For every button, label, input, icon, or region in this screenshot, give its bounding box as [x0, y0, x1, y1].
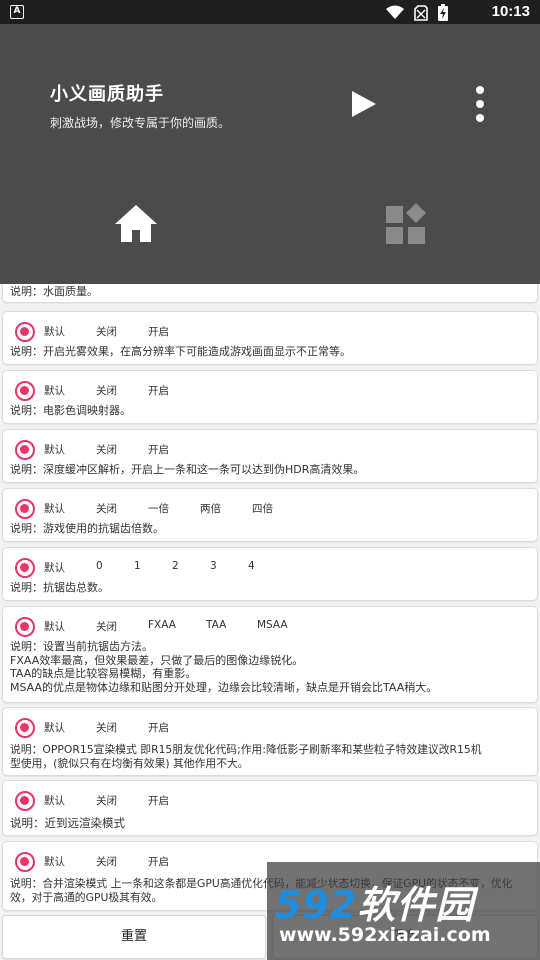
radio-selected-icon[interactable]	[15, 381, 35, 401]
option-off[interactable]: 关闭	[96, 793, 117, 808]
reset-button[interactable]: 重置	[3, 916, 265, 958]
setting-card: 默认 0 1 2 3 4 说明：抗锯齿总数。	[3, 548, 537, 600]
setting-description: 说明：水面质量。	[10, 285, 98, 298]
home-icon[interactable]	[113, 202, 159, 246]
setting-card: 默认 关闭 一倍 两倍 四倍 说明：游戏使用的抗锯齿倍数。	[3, 489, 537, 541]
app-subtitle: 刺激战场，修改专属于你的画质。	[50, 116, 231, 130]
option-taa[interactable]: TAA	[206, 619, 226, 631]
setting-description: 说明：开启光雾效果，在高分辨率下可能造成游戏画面显示不正常等。	[10, 345, 351, 358]
setting-description: 说明：设置当前抗锯齿方法。 FXAA效率最高，但效果最差，只做了最后的图像边缘锐…	[10, 640, 438, 694]
no-sim-icon	[414, 4, 428, 21]
radio-selected-icon[interactable]	[15, 852, 35, 872]
option-default[interactable]: 默认	[44, 619, 65, 634]
option-default[interactable]: 默认	[44, 383, 65, 398]
clock: 10:13	[491, 3, 530, 20]
watermark-number: 592	[275, 883, 358, 927]
option-on[interactable]: 开启	[148, 442, 169, 457]
watermark-logo: 592软件园 www.592xiazai.com	[267, 862, 540, 960]
setting-description: 说明：抗锯齿总数。	[10, 581, 109, 594]
app-header: 小义画质助手 刺激战场，修改专属于你的画质。	[0, 24, 540, 284]
option-0[interactable]: 0	[96, 560, 103, 572]
option-fxaa[interactable]: FXAA	[148, 619, 176, 631]
option-default[interactable]: 默认	[44, 793, 65, 808]
setting-card: 默认 关闭 FXAA TAA MSAA 说明：设置当前抗锯齿方法。 FXAA效率…	[3, 607, 537, 702]
setting-description: 说明：电影色调映射器。	[10, 404, 131, 417]
setting-description: 说明：深度缓冲区解析，开启上一条和这一条可以达到伪HDR高清效果。	[10, 463, 365, 476]
setting-card: 默认 关闭 开启 说明：电影色调映射器。	[3, 371, 537, 423]
radio-selected-icon[interactable]	[15, 718, 35, 738]
option-default[interactable]: 默认	[44, 560, 65, 575]
radio-selected-icon[interactable]	[15, 617, 35, 637]
notification-icon: A	[10, 5, 24, 19]
radio-selected-icon[interactable]	[15, 558, 35, 578]
settings-list[interactable]: 说明：水面质量。 默认 关闭 开启 说明：开启光雾效果，在高分辨率下可能造成游戏…	[0, 284, 540, 960]
option-on[interactable]: 开启	[148, 854, 169, 869]
option-default[interactable]: 默认	[44, 442, 65, 457]
widgets-icon[interactable]	[384, 202, 428, 246]
setting-card: 默认 关闭 开启 说明：开启光雾效果，在高分辨率下可能造成游戏画面显示不正常等。	[3, 312, 537, 364]
radio-selected-icon[interactable]	[15, 440, 35, 460]
option-default[interactable]: 默认	[44, 324, 65, 339]
watermark-url: www.592xiazai.com	[279, 924, 491, 946]
radio-selected-icon[interactable]	[15, 322, 35, 342]
option-off[interactable]: 关闭	[96, 720, 117, 735]
setting-card: 默认 关闭 开启 说明：近到远渲染模式	[3, 781, 537, 835]
battery-charging-icon	[438, 4, 448, 21]
option-off[interactable]: 关闭	[96, 854, 117, 869]
more-vert-icon[interactable]	[468, 84, 492, 124]
option-off[interactable]: 关闭	[96, 383, 117, 398]
option-on[interactable]: 开启	[148, 793, 169, 808]
option-off[interactable]: 关闭	[96, 324, 117, 339]
option-on[interactable]: 开启	[148, 324, 169, 339]
option-2[interactable]: 2	[172, 560, 179, 572]
app-title: 小义画质助手	[50, 84, 164, 105]
wifi-icon	[386, 5, 404, 19]
option-on[interactable]: 开启	[148, 720, 169, 735]
radio-selected-icon[interactable]	[15, 499, 35, 519]
setting-description: 说明：近到远渲染模式	[10, 816, 125, 830]
setting-description: 说明：游戏使用的抗锯齿倍数。	[10, 522, 164, 535]
option-1x[interactable]: 一倍	[148, 501, 169, 516]
option-default[interactable]: 默认	[44, 854, 65, 869]
option-off[interactable]: 关闭	[96, 619, 117, 634]
watermark-text: 软件园	[357, 883, 475, 927]
setting-card: 说明：水面质量。	[3, 284, 537, 302]
option-3[interactable]: 3	[210, 560, 217, 572]
option-msaa[interactable]: MSAA	[257, 619, 288, 631]
option-4x[interactable]: 四倍	[252, 501, 273, 516]
option-default[interactable]: 默认	[44, 720, 65, 735]
radio-selected-icon[interactable]	[15, 791, 35, 811]
option-off[interactable]: 关闭	[96, 442, 117, 457]
option-1[interactable]: 1	[134, 560, 141, 572]
setting-description: 说明：OPPOR15宣染模式 即R15朋友优化代码;作用:降低影子刷新率和某些粒…	[10, 743, 482, 770]
setting-card: 默认 关闭 开启 说明：OPPOR15宣染模式 即R15朋友优化代码;作用:降低…	[3, 708, 537, 775]
option-4[interactable]: 4	[248, 560, 255, 572]
status-bar: A 10:13	[0, 0, 540, 24]
option-2x[interactable]: 两倍	[200, 501, 221, 516]
option-off[interactable]: 关闭	[96, 501, 117, 516]
option-default[interactable]: 默认	[44, 501, 65, 516]
setting-card: 默认 关闭 开启 说明：深度缓冲区解析，开启上一条和这一条可以达到伪HDR高清效…	[3, 430, 537, 482]
play-icon[interactable]	[345, 86, 381, 122]
option-on[interactable]: 开启	[148, 383, 169, 398]
